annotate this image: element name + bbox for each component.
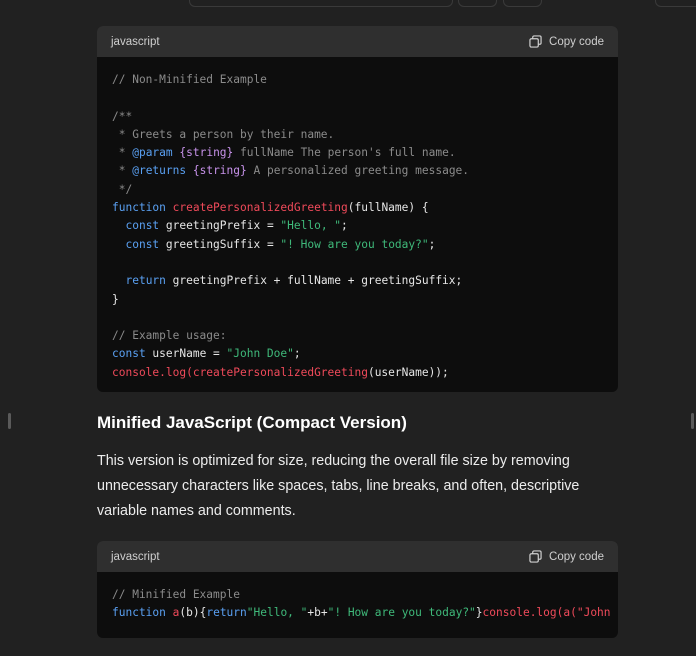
code-block-header: javascript Copy code [97, 541, 618, 572]
jsdoc-param-text: fullName The person's full name. [233, 146, 456, 160]
right-resize-handle[interactable] [691, 413, 694, 429]
function-params: (b){ [179, 606, 207, 620]
keyword-const: const [112, 347, 146, 361]
code-language-label: javascript [111, 550, 160, 563]
top-input-edge[interactable] [189, 0, 453, 7]
code-content[interactable]: // Non-Minified Example /** * Greets a p… [97, 57, 618, 392]
jsdoc-returns-text: A personalized greeting message. [246, 164, 470, 178]
keyword-return: return [125, 274, 166, 288]
console-log-call: console.log( [112, 365, 193, 379]
close-brace: } [475, 606, 483, 620]
function-name: createPersonalizedGreeting [192, 365, 368, 379]
code-block-non-minified: javascript Copy code // Non-Minified Exa… [97, 26, 618, 393]
copy-code-label: Copy code [549, 35, 604, 48]
keyword-function: function [112, 606, 166, 620]
suffix-declaration: greetingSuffix = [159, 237, 281, 251]
username-string: "John Doe" [226, 347, 294, 361]
usage-comment: // Example usage: [112, 329, 227, 343]
keyword-return: return [206, 606, 247, 620]
code-content[interactable]: // Minified Example function a(b){return… [97, 572, 618, 633]
function-params: (fullName) { [347, 201, 429, 215]
username-declaration: userName = [145, 347, 227, 361]
code-block-header: javascript Copy code [97, 26, 618, 57]
function-name: createPersonalizedGreeting [172, 201, 348, 215]
keyword-const: const [125, 237, 160, 251]
jsdoc-param-type: {string} [179, 146, 234, 160]
jsdoc-close: */ [112, 182, 133, 196]
keyword-const: const [125, 219, 160, 233]
concat-expression: +b+ [307, 606, 328, 620]
return-expression: greetingPrefix + fullName + greetingSuff… [165, 274, 463, 288]
jsdoc-returns-tag: @returns [132, 164, 187, 178]
code-comment: // Minified Example [112, 588, 240, 601]
jsdoc-param-tag: @param [132, 146, 173, 160]
code-block-minified: javascript Copy code // Minified Example… [97, 541, 618, 638]
copy-code-button[interactable]: Copy code [529, 550, 604, 563]
how-string: "! How are you today?" [327, 606, 476, 620]
top-button-edge-3[interactable] [655, 0, 696, 7]
top-toolbar-edge [0, 0, 696, 8]
code-comment: // Non-Minified Example [112, 73, 267, 86]
top-button-edge-1[interactable] [458, 0, 497, 7]
copy-code-button[interactable]: Copy code [529, 35, 604, 48]
section-paragraph: This version is optimized for size, redu… [97, 453, 580, 519]
jsdoc-returns-type: {string} [192, 164, 247, 178]
call-arguments: (userName)); [367, 365, 449, 379]
left-resize-handle[interactable] [8, 413, 11, 429]
prefix-declaration: greetingPrefix = [159, 219, 281, 233]
prefix-string: "Hello, " [280, 219, 342, 233]
copy-icon [529, 35, 542, 48]
suffix-string: "! How are you today?" [280, 237, 429, 251]
close-brace: } [112, 292, 119, 306]
top-button-edge-2[interactable] [503, 0, 542, 7]
copy-icon [529, 550, 542, 563]
console-log-call: console.log( [482, 606, 564, 620]
jsdoc-description: * Greets a person by their name. [112, 127, 335, 141]
function-call: a("John D [563, 606, 618, 620]
copy-code-label: Copy code [549, 550, 604, 563]
keyword-function: function [112, 201, 166, 215]
jsdoc-open: /** [112, 109, 133, 123]
hello-string: "Hello, " [246, 606, 308, 620]
code-language-label: javascript [111, 35, 160, 48]
section-title: Minified JavaScript (Compact Version) [97, 413, 407, 432]
